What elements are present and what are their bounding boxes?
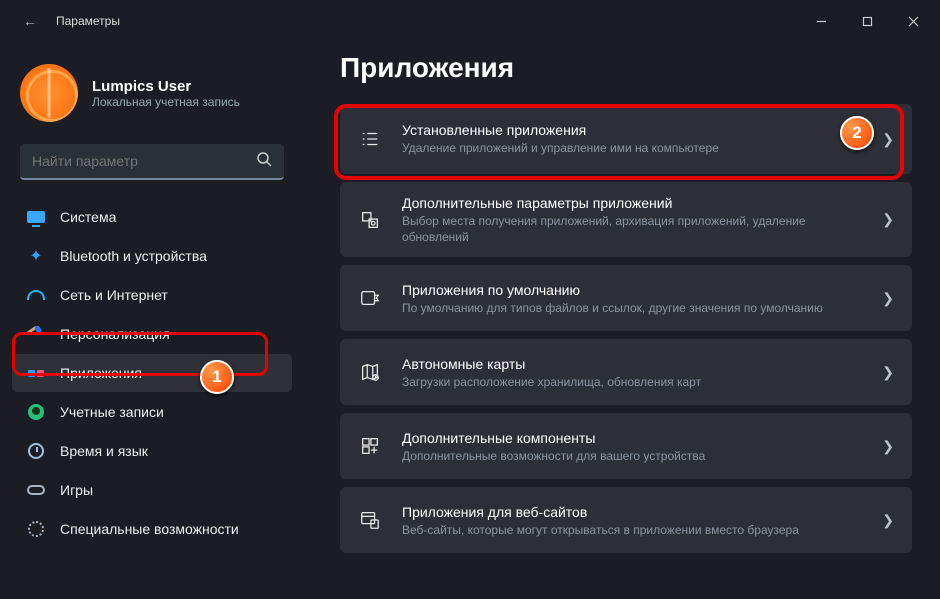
sidebar-item-bluetooth[interactable]: ✦ Bluetooth и устройства (12, 237, 292, 275)
apps-icon (26, 363, 46, 383)
components-icon (356, 432, 384, 460)
card-title: Автономные карты (402, 355, 870, 374)
sidebar-item-accounts[interactable]: Учетные записи (12, 393, 292, 431)
back-button[interactable]: ← (18, 13, 42, 29)
chevron-right-icon: ❯ (882, 131, 894, 148)
search-icon (256, 151, 272, 172)
close-button[interactable] (890, 0, 936, 42)
default-apps-icon (356, 284, 384, 312)
gear-app-icon (356, 206, 384, 234)
card-default-apps[interactable]: Приложения по умолчанию По умолчанию для… (340, 265, 912, 331)
card-apps-for-websites[interactable]: Приложения для веб-сайтов Веб-сайты, кот… (340, 487, 912, 553)
page-title: Приложения (340, 52, 912, 84)
account-sub: Локальная учетная запись (92, 95, 240, 109)
card-list: Установленные приложения Удаление прилож… (340, 104, 912, 553)
chevron-right-icon: ❯ (882, 211, 894, 228)
card-offline-maps[interactable]: Автономные карты Загрузки расположение х… (340, 339, 912, 405)
user-icon (26, 402, 46, 422)
card-title: Дополнительные параметры приложений (402, 194, 870, 213)
wifi-icon (26, 285, 46, 305)
card-optional-features[interactable]: Дополнительные компоненты Дополнительные… (340, 413, 912, 479)
card-sub: Загрузки расположение хранилища, обновле… (402, 374, 870, 390)
card-sub: Веб-сайты, которые могут открываться в п… (402, 522, 870, 538)
maximize-icon (862, 16, 873, 27)
sidebar-item-label: Персонализация (60, 326, 170, 342)
card-advanced-app-settings[interactable]: Дополнительные параметры приложений Выбо… (340, 182, 912, 257)
titlebar: ← Параметры (0, 0, 940, 42)
accessibility-icon (26, 519, 46, 539)
website-app-icon (356, 506, 384, 534)
sidebar-item-label: Учетные записи (60, 404, 164, 420)
sidebar-item-apps[interactable]: Приложения (12, 354, 292, 392)
chevron-right-icon: ❯ (882, 438, 894, 455)
minimize-icon (816, 16, 827, 27)
card-title: Приложения по умолчанию (402, 281, 870, 300)
bluetooth-icon: ✦ (26, 246, 46, 266)
sidebar: Lumpics User Локальная учетная запись Си… (0, 42, 300, 599)
card-installed-apps[interactable]: Установленные приложения Удаление прилож… (340, 104, 912, 174)
list-icon (356, 125, 384, 153)
chevron-right-icon: ❯ (882, 364, 894, 381)
card-sub: По умолчанию для типов файлов и ссылок, … (402, 300, 870, 316)
card-sub: Удаление приложений и управление ими на … (402, 140, 870, 156)
clock-icon (26, 441, 46, 461)
sidebar-item-personalization[interactable]: Персонализация (12, 315, 292, 353)
sidebar-item-system[interactable]: Система (12, 198, 292, 236)
content: Приложения Установленные приложения Удал… (300, 42, 940, 599)
brush-icon (26, 324, 46, 344)
window-title: Параметры (56, 14, 120, 28)
sidebar-item-label: Специальные возможности (60, 521, 239, 537)
gamepad-icon (26, 480, 46, 500)
card-title: Приложения для веб-сайтов (402, 503, 870, 522)
search-input[interactable] (32, 153, 256, 169)
monitor-icon (26, 207, 46, 227)
account-name: Lumpics User (92, 78, 240, 95)
sidebar-item-label: Bluetooth и устройства (60, 248, 207, 264)
sidebar-item-label: Система (60, 209, 116, 225)
sidebar-item-time-language[interactable]: Время и язык (12, 432, 292, 470)
minimize-button[interactable] (798, 0, 844, 42)
search-box[interactable] (20, 144, 284, 180)
card-title: Установленные приложения (402, 121, 870, 140)
sidebar-item-network[interactable]: Сеть и Интернет (12, 276, 292, 314)
maximize-button[interactable] (844, 0, 890, 42)
sidebar-item-label: Сеть и Интернет (60, 287, 168, 303)
sidebar-item-label: Время и язык (60, 443, 148, 459)
chevron-right-icon: ❯ (882, 290, 894, 307)
close-icon (908, 16, 919, 27)
avatar (20, 64, 78, 122)
sidebar-item-label: Игры (60, 482, 93, 498)
account-block[interactable]: Lumpics User Локальная учетная запись (12, 64, 292, 144)
sidebar-item-accessibility[interactable]: Специальные возможности (12, 510, 292, 548)
map-icon (356, 358, 384, 386)
card-sub: Дополнительные возможности для вашего ус… (402, 448, 870, 464)
chevron-right-icon: ❯ (882, 512, 894, 529)
card-sub: Выбор места получения приложений, архива… (402, 213, 870, 245)
card-title: Дополнительные компоненты (402, 429, 870, 448)
sidebar-item-gaming[interactable]: Игры (12, 471, 292, 509)
nav: Система ✦ Bluetooth и устройства Сеть и … (12, 198, 292, 548)
sidebar-item-label: Приложения (60, 365, 142, 381)
